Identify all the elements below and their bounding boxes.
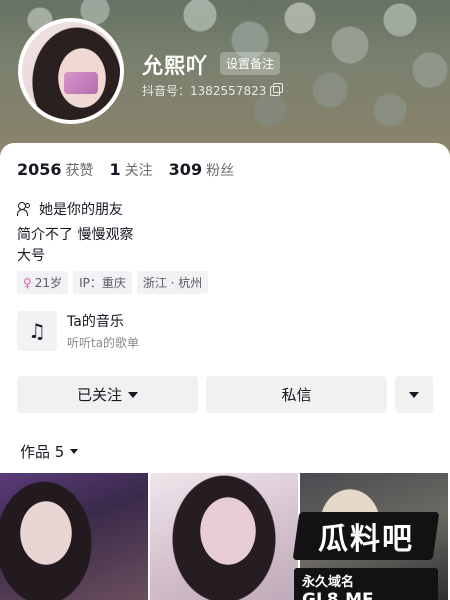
following-stat[interactable]: 1 关注 [110,160,153,180]
likes-count: 2056 [17,160,62,179]
likes-label: 获赞 [65,163,94,179]
music-entry[interactable]: ♫ Ta的音乐 听听ta的歌单 [17,311,139,351]
followed-button[interactable]: 已关注 [17,376,198,413]
video-thumbnail[interactable] [150,473,298,600]
music-title: Ta的音乐 [67,314,124,330]
bio: 简介不了 慢慢观察 大号 [17,225,133,267]
followers-label: 粉丝 [206,163,235,179]
douyin-id[interactable]: 抖音号：1382557823 [142,82,284,99]
music-subtitle: 听听ta的歌单 [67,336,140,350]
profile-tags: ♀ 21岁 IP：重庆 浙江 · 杭州 [17,271,209,294]
location-tag: 浙江 · 杭州 [136,271,209,294]
copy-icon[interactable] [270,82,284,96]
relation-text: 她是你的朋友 [39,202,123,218]
more-button[interactable] [395,376,433,413]
likes-stat[interactable]: 2056 获赞 [17,160,94,180]
age-text: 21岁 [34,276,63,290]
set-remark-button[interactable]: 设置备注 [220,52,281,75]
ip-tag: IP：重庆 [73,271,132,294]
watermark-domain-text: GL8.ME [302,590,374,600]
bio-line: 大号 [17,248,45,264]
chevron-down-icon [70,449,79,454]
caret-down-icon [409,391,419,398]
stats-row: 2056 获赞 1 关注 309 粉丝 [17,160,234,180]
music-note-icon: ♫ [17,311,57,351]
works-tab[interactable]: 作品 5 [20,441,79,462]
bio-line: 简介不了 慢慢观察 [17,227,134,243]
followers-count: 309 [168,160,203,179]
watermark-domain: 永久域名 GL8.ME [294,568,438,600]
female-icon: ♀ [23,275,32,290]
username: 允熙吖 [142,54,208,78]
douyin-id-text: 抖音号：1382557823 [142,84,267,98]
followed-label: 已关注 [76,386,122,404]
following-label: 关注 [124,163,153,179]
friend-relation: 她是你的朋友 [17,199,123,219]
watermark-logo: 瓜料吧 永久域名 GL8.ME [292,506,444,600]
age-tag: ♀ 21岁 [17,271,69,294]
message-label: 私信 [281,386,312,404]
action-buttons: 已关注 私信 [17,376,433,413]
followers-stat[interactable]: 309 粉丝 [169,160,234,180]
watermark-main-text: 瓜料吧 [318,522,414,557]
works-label: 作品 5 [20,443,65,461]
watermark-prefix: 永久域名 [302,575,355,590]
video-thumbnail[interactable] [0,473,148,600]
avatar[interactable] [18,18,124,124]
ip-text: IP：重庆 [79,276,126,290]
following-count: 1 [109,160,121,179]
message-button[interactable]: 私信 [206,376,387,413]
caret-down-icon [128,391,138,398]
location-text: 浙江 · 杭州 [142,276,203,290]
friends-icon [17,202,33,216]
